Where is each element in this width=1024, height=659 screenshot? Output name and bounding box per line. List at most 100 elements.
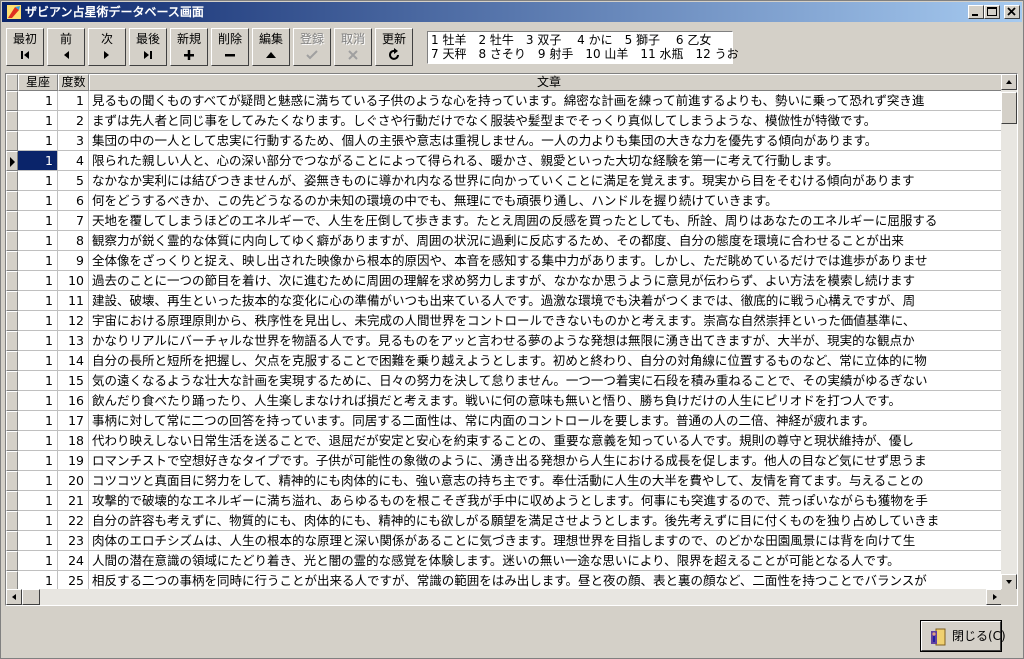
cell-text[interactable]: 限られた親しい人と、心の深い部分でつながることによって得られる、暖かさ、親愛とい… bbox=[89, 151, 1002, 171]
column-header-text[interactable]: 文章 bbox=[89, 74, 1002, 91]
cell-sign[interactable]: 1 bbox=[18, 231, 58, 251]
cell-sign[interactable]: 1 bbox=[18, 471, 58, 491]
row-header[interactable] bbox=[6, 451, 18, 471]
row-header[interactable] bbox=[6, 291, 18, 311]
cell-text[interactable]: 建設、破壊、再生といった抜本的な変化に心の準備がいつも出来ている人です。過激な環… bbox=[89, 291, 1002, 311]
cell-sign[interactable]: 1 bbox=[18, 431, 58, 451]
cell-degree[interactable]: 11 bbox=[58, 291, 89, 311]
cell-sign[interactable]: 1 bbox=[18, 451, 58, 471]
scroll-down-button[interactable] bbox=[1001, 574, 1017, 590]
cell-degree[interactable]: 2 bbox=[58, 111, 89, 131]
row-header[interactable] bbox=[6, 91, 18, 111]
post-button[interactable]: 登録 bbox=[293, 28, 331, 66]
edit-button[interactable]: 編集 bbox=[252, 28, 290, 66]
cell-sign[interactable]: 1 bbox=[18, 191, 58, 211]
cell-sign[interactable]: 1 bbox=[18, 411, 58, 431]
cancel-button[interactable]: 取消 bbox=[334, 28, 372, 66]
row-header[interactable] bbox=[6, 271, 18, 291]
row-header[interactable] bbox=[6, 351, 18, 371]
row-header[interactable] bbox=[6, 391, 18, 411]
cell-text[interactable]: 気の遠くなるような壮大な計画を実現するために、日々の努力を決して怠りません。一つ… bbox=[89, 371, 1002, 391]
vertical-scroll-thumb[interactable] bbox=[1001, 92, 1017, 124]
data-grid[interactable]: 星座 度数 文章 1 1 見るもの聞くものすべてが疑問と魅惑に満ちている子供のような… bbox=[5, 73, 1018, 606]
close-button[interactable]: 閉じる(C) bbox=[920, 620, 1006, 652]
cell-text[interactable]: 全体像をざっくりと捉え、映し出された映像から根本的原因や、本音を感知する集中力が… bbox=[89, 251, 1002, 271]
cell-text[interactable]: コツコツと真面目に努力をして、精神的にも肉体的にも、強い意志の持ち主です。奉仕活… bbox=[89, 471, 1002, 491]
cell-sign[interactable]: 1 bbox=[18, 551, 58, 571]
column-header-sign[interactable]: 星座 bbox=[18, 74, 58, 91]
cell-degree[interactable]: 6 bbox=[58, 191, 89, 211]
cell-text[interactable]: 攻撃的で破壊的なエネルギーに満ち溢れ、あらゆるものを根こそぎ我が手中に収めようと… bbox=[89, 491, 1002, 511]
row-header[interactable] bbox=[6, 111, 18, 131]
cell-sign[interactable]: 1 bbox=[18, 211, 58, 231]
vertical-scrollbar[interactable] bbox=[1001, 74, 1017, 590]
cell-sign[interactable]: 1 bbox=[18, 111, 58, 131]
next-button[interactable]: 次 bbox=[88, 28, 126, 66]
cell-degree[interactable]: 20 bbox=[58, 471, 89, 491]
cell-sign[interactable]: 1 bbox=[18, 391, 58, 411]
row-header[interactable] bbox=[6, 211, 18, 231]
cell-sign[interactable]: 1 bbox=[18, 571, 58, 590]
cell-text[interactable]: 自分の許容も考えずに、物質的にも、肉体的にも、精神的にも欲しがる願望を満足させよ… bbox=[89, 511, 1002, 531]
refresh-button[interactable]: 更新 bbox=[375, 28, 413, 66]
cell-text[interactable]: 自分の長所と短所を把握し、欠点を克服することで困難を乗り越えようとします。初めと… bbox=[89, 351, 1002, 371]
cell-degree[interactable]: 19 bbox=[58, 451, 89, 471]
cell-sign[interactable]: 1 bbox=[18, 151, 58, 171]
cell-degree[interactable]: 16 bbox=[58, 391, 89, 411]
row-header[interactable] bbox=[6, 511, 18, 531]
cell-degree[interactable]: 13 bbox=[58, 331, 89, 351]
row-header[interactable] bbox=[6, 431, 18, 451]
cell-sign[interactable]: 1 bbox=[18, 331, 58, 351]
cell-sign[interactable]: 1 bbox=[18, 171, 58, 191]
row-header[interactable] bbox=[6, 251, 18, 271]
cell-sign[interactable]: 1 bbox=[18, 291, 58, 311]
row-header[interactable] bbox=[6, 531, 18, 551]
cell-text[interactable]: なかなか実利には結びつきませんが、姿無きものに導かれ内なる世界に向かっていくこと… bbox=[89, 171, 1002, 191]
cell-degree[interactable]: 17 bbox=[58, 411, 89, 431]
cell-degree[interactable]: 15 bbox=[58, 371, 89, 391]
minimize-button[interactable] bbox=[968, 5, 984, 19]
scroll-up-button[interactable] bbox=[1001, 74, 1017, 90]
cell-text[interactable]: ロマンチストで空想好きなタイプです。子供が可能性の象徴のように、湧き出る発想から… bbox=[89, 451, 1002, 471]
cell-sign[interactable]: 1 bbox=[18, 371, 58, 391]
cell-sign[interactable]: 1 bbox=[18, 351, 58, 371]
cell-degree[interactable]: 25 bbox=[58, 571, 89, 590]
cell-sign[interactable]: 1 bbox=[18, 91, 58, 111]
first-button[interactable]: 最初 bbox=[6, 28, 44, 66]
cell-text[interactable]: 何をどうするべきか、この先どうなるのか未知の環境の中でも、無理にでも頑張り通し、… bbox=[89, 191, 1002, 211]
prior-button[interactable]: 前 bbox=[47, 28, 85, 66]
cell-text[interactable]: 人間の潜在意識の領域にたどり着き、光と闇の霊的な感覚を体験します。迷いの無い一途… bbox=[89, 551, 1002, 571]
column-header-degree[interactable]: 度数 bbox=[58, 74, 89, 91]
cell-text[interactable]: 見るもの聞くものすべてが疑問と魅惑に満ちている子供のような心を持っています。綿密… bbox=[89, 91, 1002, 111]
cell-degree[interactable]: 22 bbox=[58, 511, 89, 531]
row-header[interactable] bbox=[6, 471, 18, 491]
cell-degree[interactable]: 12 bbox=[58, 311, 89, 331]
cell-text[interactable]: かなりリアルにバーチャルな世界を物語る人です。見るものをアッと言わせる夢のような… bbox=[89, 331, 1002, 351]
row-header[interactable] bbox=[6, 231, 18, 251]
cell-sign[interactable]: 1 bbox=[18, 131, 58, 151]
cell-text[interactable]: まずは先人者と同じ事をしてみたくなります。しぐさや行動だけでなく服装や髪型までそ… bbox=[89, 111, 1002, 131]
horizontal-scrollbar[interactable] bbox=[6, 589, 1002, 605]
cell-sign[interactable]: 1 bbox=[18, 511, 58, 531]
row-header[interactable] bbox=[6, 311, 18, 331]
cell-text[interactable]: 過去のことに一つの節目を着け、次に進むために周囲の理解を求め努力しますが、なかな… bbox=[89, 271, 1002, 291]
cell-text[interactable]: 代わり映えしない日常生活を送ることで、退屈だが安定と安心を約束することの、重要な… bbox=[89, 431, 1002, 451]
cell-sign[interactable]: 1 bbox=[18, 251, 58, 271]
cell-degree[interactable]: 21 bbox=[58, 491, 89, 511]
row-header[interactable] bbox=[6, 151, 18, 171]
cell-text[interactable]: 宇宙における原理原則から、秩序性を見出し、未完成の人間世界をコントロールできない… bbox=[89, 311, 1002, 331]
cell-degree[interactable]: 1 bbox=[58, 91, 89, 111]
cell-sign[interactable]: 1 bbox=[18, 311, 58, 331]
row-header[interactable] bbox=[6, 411, 18, 431]
cell-degree[interactable]: 3 bbox=[58, 131, 89, 151]
cell-degree[interactable]: 5 bbox=[58, 171, 89, 191]
cell-text[interactable]: 集団の中の一人として忠実に行動するため、個人の主張や意志は重視しません。一人の力… bbox=[89, 131, 1002, 151]
cell-degree[interactable]: 4 bbox=[58, 151, 89, 171]
row-header[interactable] bbox=[6, 491, 18, 511]
cell-text[interactable]: 肉体のエロチシズムは、人生の根本的な原理と深い関係があることに気づきます。理想世… bbox=[89, 531, 1002, 551]
cell-degree[interactable]: 7 bbox=[58, 211, 89, 231]
row-header[interactable] bbox=[6, 191, 18, 211]
cell-degree[interactable]: 9 bbox=[58, 251, 89, 271]
cell-text[interactable]: 飲んだり食べたり踊ったり、人生楽しまなければ損だと考えます。戦いに何の意味も無い… bbox=[89, 391, 1002, 411]
cell-degree[interactable]: 18 bbox=[58, 431, 89, 451]
